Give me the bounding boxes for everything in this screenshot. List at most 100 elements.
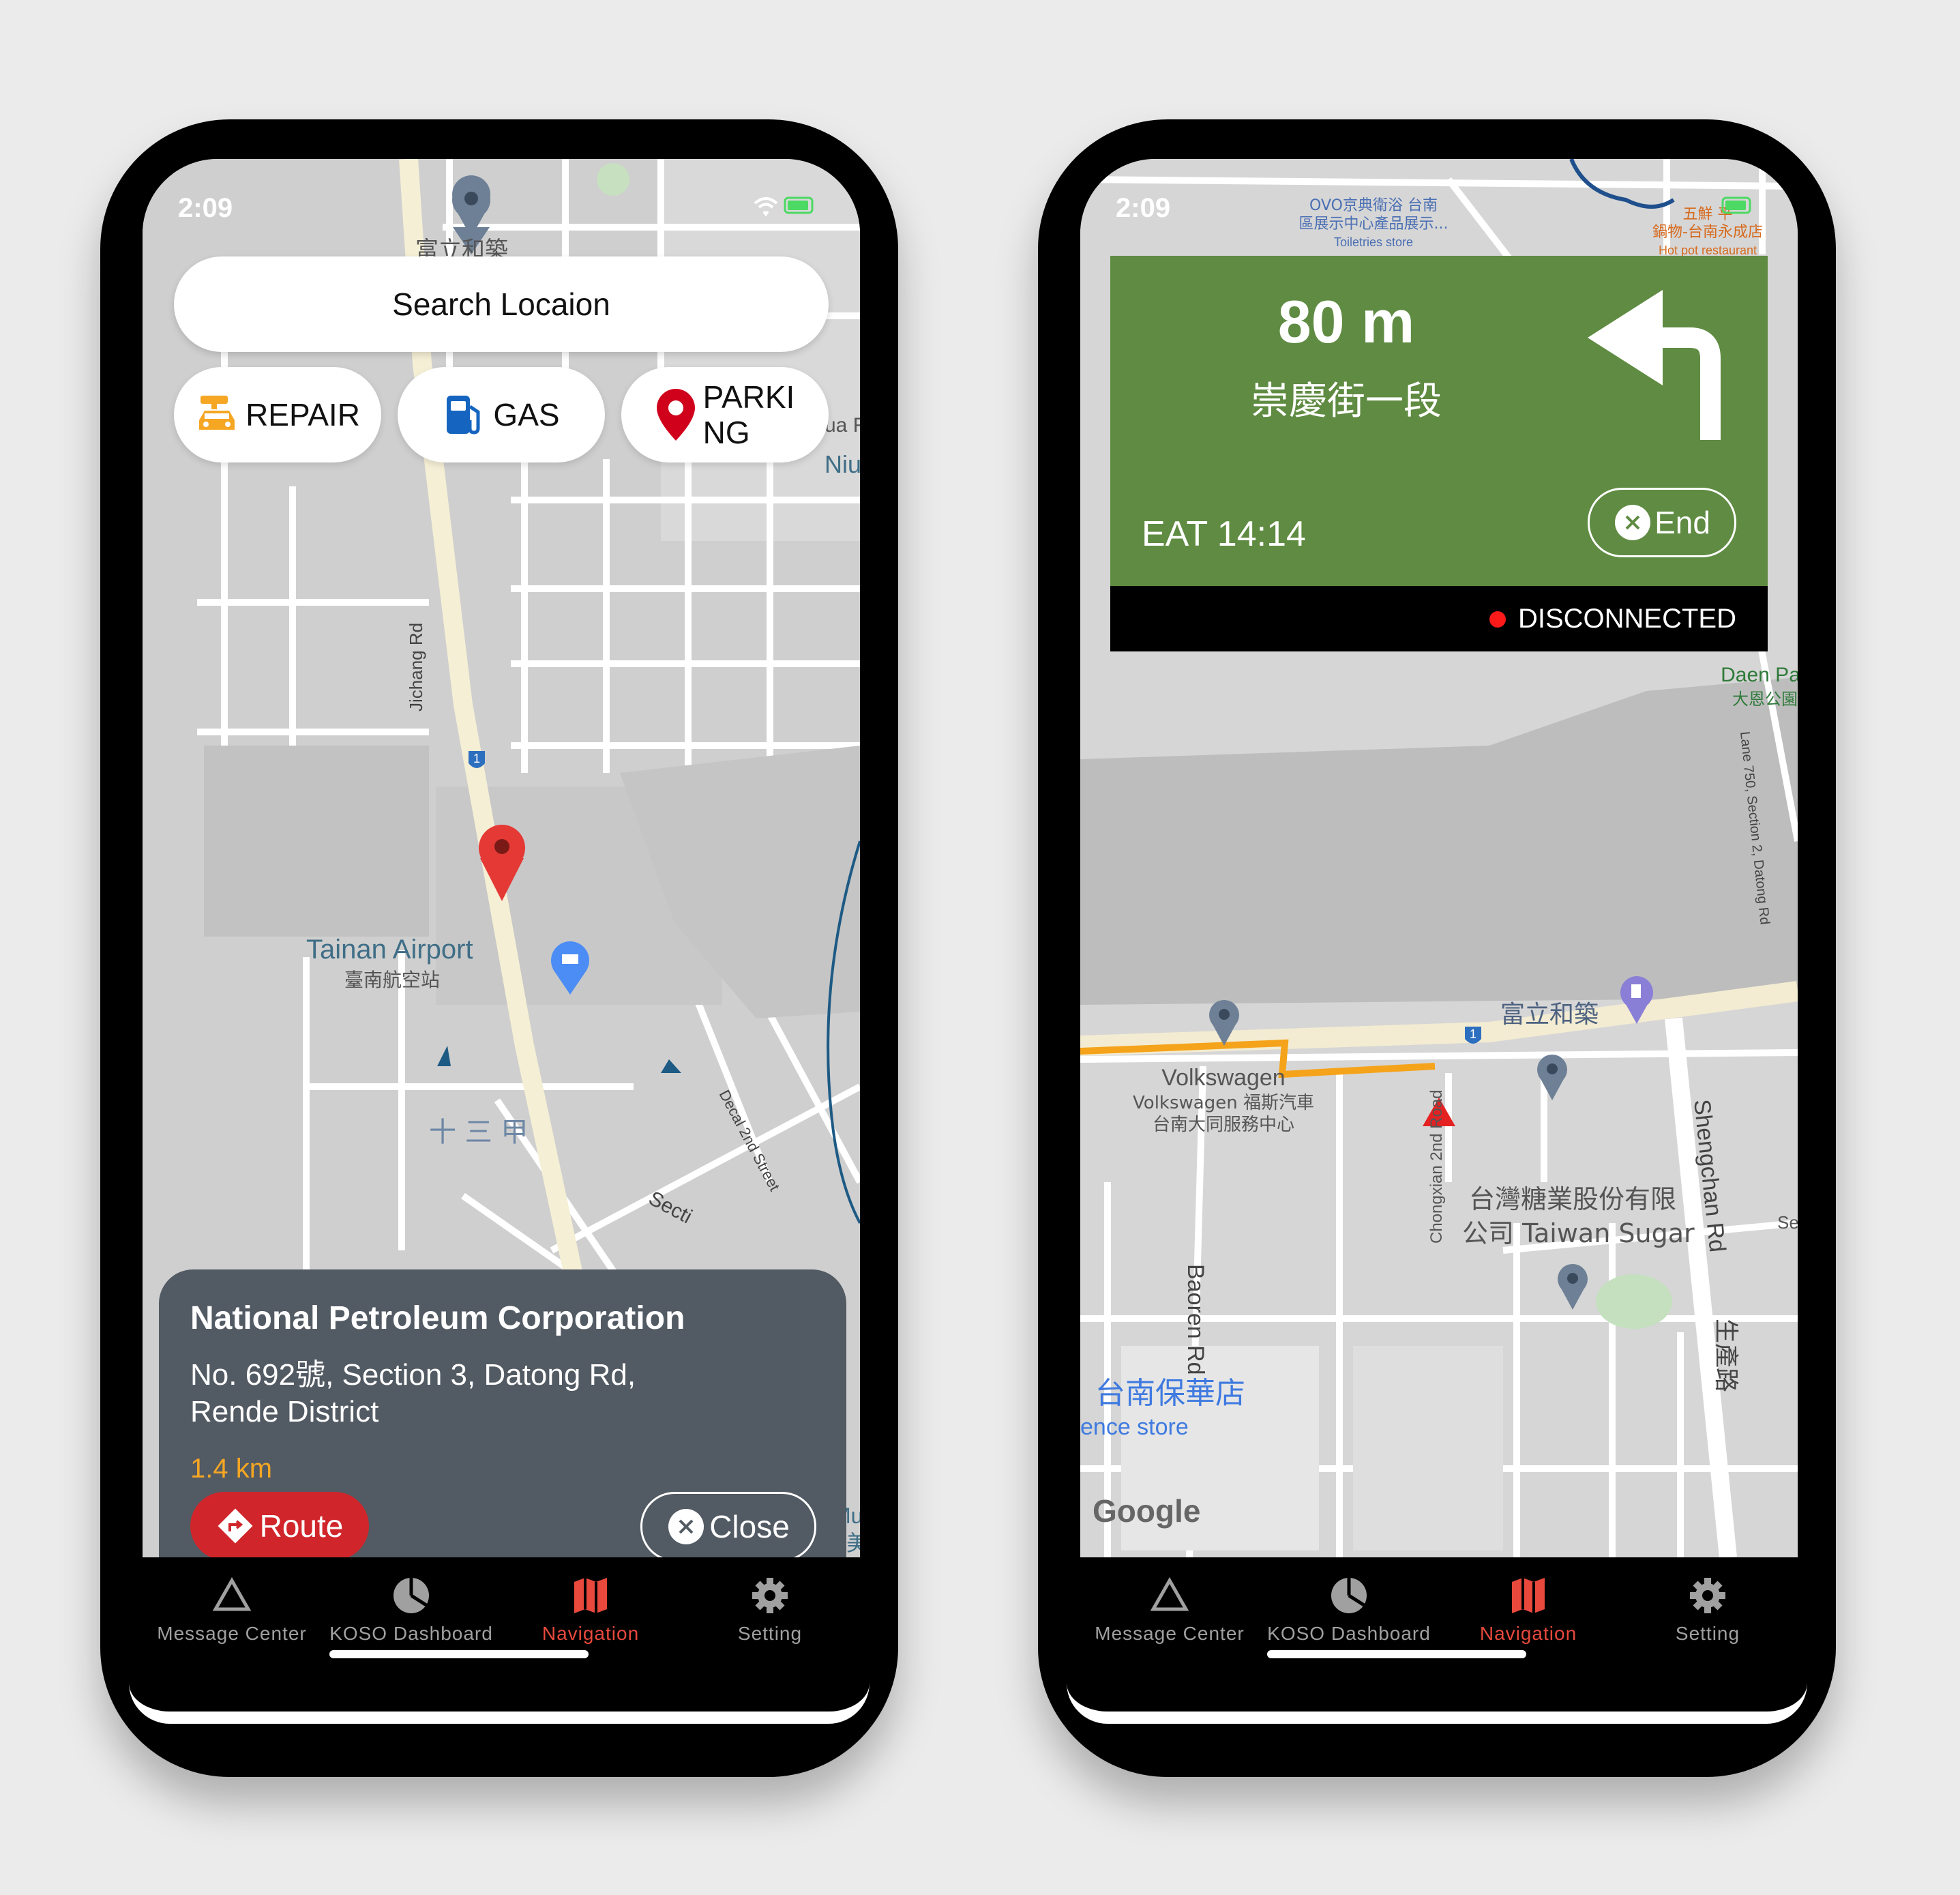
dashboard-icon (1331, 1578, 1367, 1613)
tab-label: KOSO Dashboard (1267, 1623, 1431, 1644)
wifi-battery-icon (754, 196, 814, 217)
address-line-1: No. 692號, Section 3, Datong Rd, (190, 1358, 636, 1392)
svg-text:Tainan Airport: Tainan Airport (306, 935, 473, 965)
close-icon (668, 1509, 704, 1544)
status-time: 2:09 (1116, 193, 1171, 223)
svg-text:台灣糖業股份有限: 台灣糖業股份有限 (1469, 1184, 1676, 1214)
search-input[interactable]: Search Locaion (174, 256, 829, 352)
tab-navigation[interactable]: Navigation (1439, 1575, 1618, 1645)
tab-bar: Message Center KOSO Dashboard Navigation (143, 1557, 860, 1650)
svg-text:Baoren Rd: Baoren Rd (1183, 1264, 1208, 1375)
svg-text:Google: Google (1093, 1493, 1200, 1529)
gear-icon (1690, 1578, 1725, 1613)
estimated-arrival-time: EAT 14:14 (1142, 514, 1306, 554)
tab-message-center[interactable]: Message Center (1080, 1575, 1259, 1645)
category-parking-label: PARKI NG (702, 379, 795, 450)
status-bar: 2:09 (1080, 159, 1798, 223)
svg-text:鍋物-台南永成店: 鍋物-台南永成店 (1652, 224, 1763, 241)
route-button[interactable]: Route (190, 1492, 369, 1560)
status-icons (1689, 193, 1757, 224)
tab-setting[interactable]: Setting (1618, 1575, 1797, 1645)
category-repair-button[interactable]: REPAIR (174, 367, 381, 462)
disconnected-dot-icon (1489, 611, 1506, 628)
wifi-battery-icon (1721, 196, 1751, 214)
road-shield: 1 (469, 751, 485, 768)
home-indicator[interactable] (1267, 1650, 1526, 1658)
svg-text:生產路: 生產路 (1712, 1319, 1740, 1392)
gas-pump-icon (447, 396, 480, 435)
map-icon (574, 1578, 607, 1613)
svg-text:大恩公園: 大恩公園 (1732, 690, 1798, 709)
tab-label: Message Center (157, 1623, 307, 1644)
svg-text:公司 Taiwan Sugar: 公司 Taiwan Sugar (1462, 1218, 1695, 1248)
map-pin-icon (656, 389, 695, 441)
svg-text:Se: Se (1777, 1212, 1798, 1233)
road-shield: 1 (1465, 1027, 1481, 1044)
svg-text:Toiletries store: Toiletries store (1334, 235, 1413, 249)
gear-icon (752, 1578, 788, 1613)
svg-text:Hot pot restaurant: Hot pot restaurant (1659, 244, 1757, 257)
tab-label: Navigation (1479, 1623, 1577, 1644)
svg-text:臺南航空站: 臺南航空站 (344, 969, 440, 991)
tab-label: Message Center (1095, 1623, 1245, 1644)
car-repair-icon (199, 396, 235, 430)
svg-text:Volkswagen 福斯汽車: Volkswagen 福斯汽車 (1133, 1093, 1314, 1113)
svg-text:Chongxian 2nd Road: Chongxian 2nd Road (1427, 1089, 1446, 1244)
tab-label: Navigation (541, 1623, 640, 1644)
address-line-2: Rende District (190, 1395, 379, 1428)
place-info-card: National Petroleum Corporation No. 692號,… (159, 1269, 846, 1590)
place-address: No. 692號, Section 3, Datong Rd, Rende Di… (190, 1357, 709, 1430)
phone-frame-right: 1 OVO京典衛浴 台南 區展示中心產品展示... Toiletries sto… (1038, 119, 1836, 1777)
svg-text:1: 1 (1470, 1027, 1476, 1041)
category-parking-button[interactable]: PARKI NG (621, 367, 829, 462)
place-title: National Petroleum Corporation (190, 1300, 685, 1336)
category-repair-label: REPAIR (246, 397, 360, 432)
turn-instruction-panel: 80 m 崇慶街一段 EAT 14:14 End DISCONNECTED (1110, 256, 1768, 651)
turn-distance: 80 m (1277, 288, 1415, 355)
svg-text:ence store: ence store (1080, 1414, 1189, 1440)
category-gas-button[interactable]: GAS (398, 367, 605, 462)
tab-label: Setting (1675, 1623, 1740, 1644)
svg-text:Volkswagen: Volkswagen (1161, 1065, 1285, 1091)
triangle-icon (212, 1576, 252, 1611)
svg-text:台南保華店: 台南保華店 (1095, 1376, 1245, 1411)
tab-bar: Message Center KOSO Dashboard Navigation (1080, 1557, 1798, 1650)
end-navigation-button[interactable]: End (1588, 488, 1736, 557)
map-icon (1512, 1578, 1545, 1613)
dashboard-icon (394, 1578, 429, 1613)
tab-navigation[interactable]: Navigation (501, 1575, 680, 1645)
screen-left: 1 Tainan Airport 臺南航空站 十 三 甲 Jichang Rd … (143, 159, 860, 1650)
route-directions-icon (218, 1508, 253, 1544)
bottom-edge (1067, 1681, 1807, 1724)
bottom-edge (129, 1681, 870, 1724)
svg-text:Daen Park: Daen Park (1721, 664, 1798, 686)
close-icon (1615, 505, 1651, 540)
close-button[interactable]: Close (640, 1492, 816, 1561)
tab-label: KOSO Dashboard (329, 1623, 493, 1644)
tab-setting[interactable]: Setting (681, 1575, 859, 1645)
map-view[interactable]: 1 OVO京典衛浴 台南 區展示中心產品展示... Toiletries sto… (1080, 159, 1798, 1557)
end-button-label: End (1654, 505, 1710, 540)
search-placeholder: Search Locaion (392, 287, 610, 322)
category-gas-label: GAS (493, 397, 560, 432)
svg-text:富立和築: 富立和築 (1500, 1001, 1599, 1029)
svg-text:十 三 甲: 十 三 甲 (429, 1117, 528, 1148)
route-button-label: Route (259, 1508, 344, 1544)
status-time: 2:09 (178, 193, 233, 223)
turn-left-arrow-icon (1588, 290, 1721, 440)
place-distance: 1.4 km (190, 1454, 273, 1484)
connection-status-bar: DISCONNECTED (1110, 586, 1768, 651)
turn-street-name: 崇慶街一段 (1251, 379, 1442, 422)
svg-text:台南大同服務中心: 台南大同服務中心 (1153, 1115, 1294, 1135)
connection-status-text: DISCONNECTED (1517, 604, 1736, 634)
home-indicator[interactable] (329, 1650, 589, 1658)
svg-text:Niu: Niu (825, 450, 860, 478)
tab-koso-dashboard[interactable]: KOSO Dashboard (1260, 1575, 1438, 1645)
tab-koso-dashboard[interactable]: KOSO Dashboard (322, 1575, 501, 1645)
tab-message-center[interactable]: Message Center (143, 1575, 321, 1645)
turn-instruction-card: 80 m 崇慶街一段 EAT 14:14 End (1110, 256, 1768, 586)
phone-frame-left: 1 Tainan Airport 臺南航空站 十 三 甲 Jichang Rd … (100, 119, 898, 1777)
tab-label: Setting (737, 1623, 803, 1644)
close-button-label: Close (709, 1509, 790, 1544)
status-bar: 2:09 (143, 159, 860, 223)
